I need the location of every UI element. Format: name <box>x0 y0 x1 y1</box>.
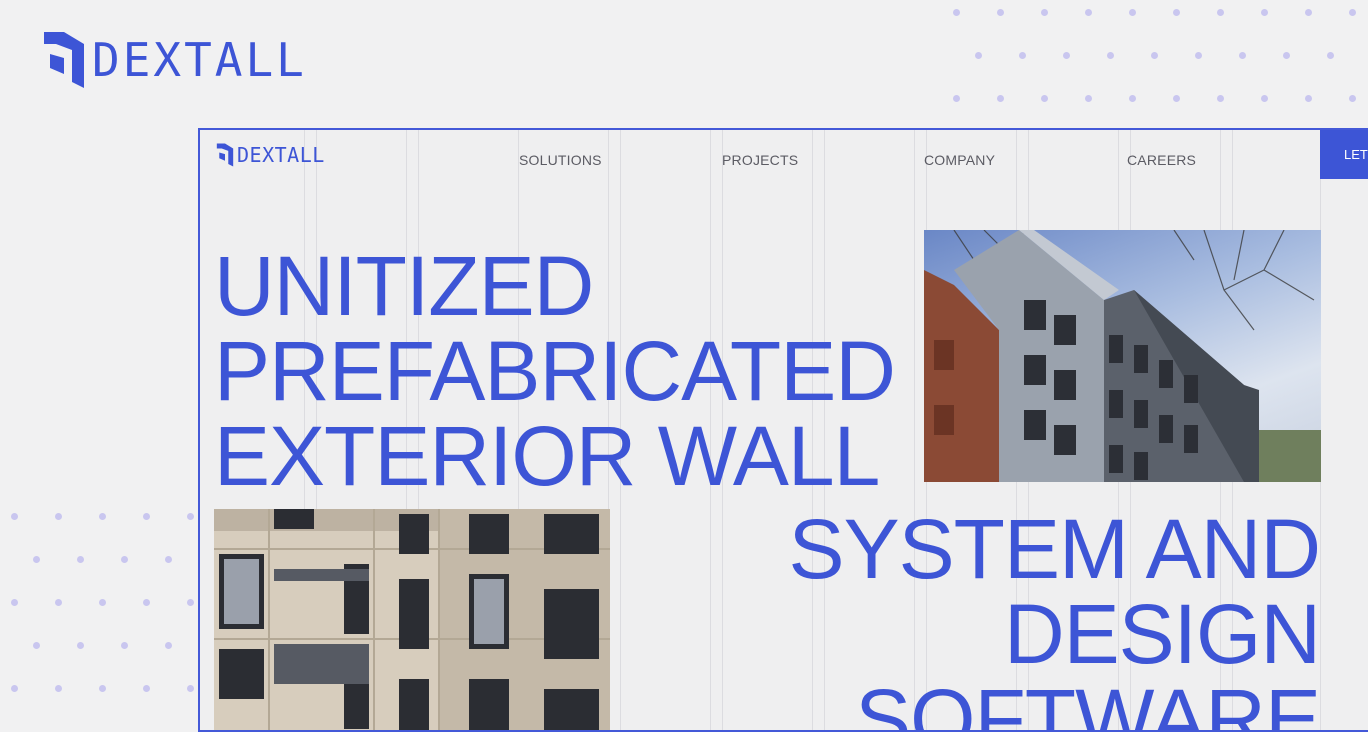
decorative-dot <box>1085 95 1092 102</box>
decorative-dot <box>55 513 62 520</box>
decorative-dot <box>165 556 172 563</box>
site-preview-frame: DEXTALL SOLUTIONS PROJECTS COMPANY CAREE… <box>198 128 1368 732</box>
decorative-dot <box>77 556 84 563</box>
decorative-dot <box>975 52 982 59</box>
decorative-dot <box>1305 9 1312 16</box>
decorative-dot <box>1305 95 1312 102</box>
headline-line: SOFTWARE <box>855 672 1321 732</box>
hero-headline-left: UNITIZED PREFABRICATED EXTERIOR WALL <box>214 239 896 503</box>
decorative-dot <box>33 556 40 563</box>
decorative-dot <box>55 599 62 606</box>
decorative-dot <box>1173 9 1180 16</box>
decorative-dot <box>1239 52 1246 59</box>
decorative-dot <box>1063 52 1070 59</box>
decorative-dot <box>121 556 128 563</box>
decorative-dot <box>11 599 18 606</box>
decorative-dot <box>1327 52 1334 59</box>
headline-line: PREFABRICATED <box>214 324 896 418</box>
dextall-logo-mark-icon <box>216 143 234 167</box>
decorative-dot <box>1349 95 1356 102</box>
decorative-dot <box>1173 95 1180 102</box>
nav-link-projects[interactable]: PROJECTS <box>722 152 798 168</box>
decorative-dot <box>1195 52 1202 59</box>
decorative-dot <box>997 9 1004 16</box>
decorative-dot <box>953 95 960 102</box>
decorative-dot <box>55 685 62 692</box>
decorative-dot <box>165 642 172 649</box>
decorative-dot <box>1041 9 1048 16</box>
hero-headline-right: SYSTEM AND DESIGN SOFTWARE <box>760 502 1321 732</box>
brand-logo[interactable]: DEXTALL <box>42 30 307 90</box>
nav-link-company[interactable]: COMPANY <box>924 152 995 168</box>
decorative-dot <box>187 599 194 606</box>
decorative-dot <box>1151 52 1158 59</box>
decorative-dot <box>99 513 106 520</box>
decorative-dot <box>1041 95 1048 102</box>
nav-link-solutions[interactable]: SOLUTIONS <box>519 152 602 168</box>
decorative-dot <box>1261 95 1268 102</box>
decorative-dot <box>143 599 150 606</box>
decorative-dot <box>99 685 106 692</box>
decorative-dot <box>1261 9 1268 16</box>
decorative-dot <box>1283 52 1290 59</box>
decorative-dot <box>143 685 150 692</box>
headline-line: UNITIZED <box>214 239 594 333</box>
headline-line: DESIGN <box>1003 587 1321 681</box>
decorative-dot <box>121 642 128 649</box>
decorative-dot <box>1085 9 1092 16</box>
building-photo-bottom <box>214 509 610 730</box>
nav-logo-text: DEXTALL <box>237 143 325 167</box>
nav-logo[interactable]: DEXTALL <box>216 142 325 168</box>
decorative-dot <box>1107 52 1114 59</box>
decorative-dot <box>1129 9 1136 16</box>
decorative-dot <box>953 9 960 16</box>
building-photo-top <box>924 230 1321 482</box>
headline-line: EXTERIOR WALL <box>214 409 880 503</box>
decorative-dot <box>143 513 150 520</box>
decorative-dot <box>997 95 1004 102</box>
decorative-dot <box>11 513 18 520</box>
cta-button[interactable]: LET <box>1320 130 1368 179</box>
decorative-dot <box>1349 9 1356 16</box>
headline-line: SYSTEM AND <box>788 502 1321 596</box>
decorative-dot <box>99 599 106 606</box>
nav-link-careers[interactable]: CAREERS <box>1127 152 1196 168</box>
decorative-dot <box>187 513 194 520</box>
decorative-dot <box>1019 52 1026 59</box>
decorative-dot <box>77 642 84 649</box>
decorative-dot <box>11 685 18 692</box>
decorative-dot <box>1129 95 1136 102</box>
dextall-logo-mark-icon <box>44 32 84 88</box>
decorative-dot <box>1217 95 1224 102</box>
decorative-dot <box>1217 9 1224 16</box>
brand-wordmark: DEXTALL <box>92 33 307 87</box>
decorative-dot <box>33 642 40 649</box>
decorative-dot <box>187 685 194 692</box>
